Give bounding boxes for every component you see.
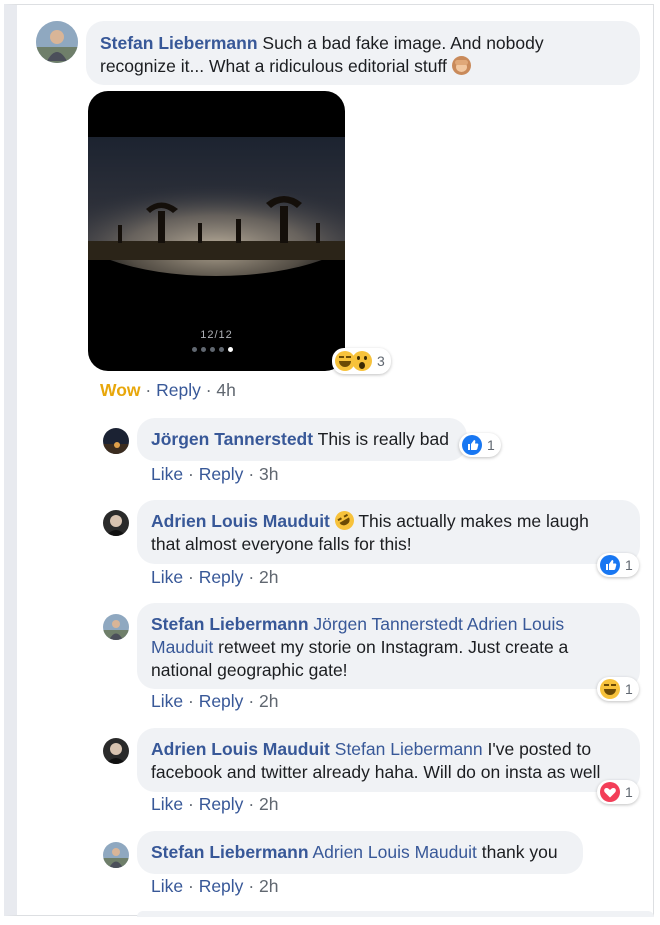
like-button[interactable]: Like bbox=[151, 794, 183, 814]
reply-actions: Like · Reply · 2h bbox=[151, 876, 278, 897]
like-reaction-icon bbox=[600, 555, 620, 575]
carousel-dot[interactable] bbox=[192, 347, 197, 352]
comment-text: recognize it... What a ridiculous editor… bbox=[100, 56, 447, 76]
reaction-count: 3 bbox=[377, 353, 385, 369]
reaction-count: 1 bbox=[487, 437, 495, 453]
reaction-summary[interactable]: 3 bbox=[332, 348, 391, 374]
reply-actions: Like · Reply · 2h bbox=[151, 567, 278, 588]
reply-bubble: Stefan Liebermann Jörgen Tannerstedt Adr… bbox=[137, 603, 640, 689]
timestamp[interactable]: 4h bbox=[216, 380, 235, 400]
separator: · bbox=[187, 876, 194, 896]
comment-author[interactable]: Stefan Liebermann bbox=[100, 33, 258, 53]
avatar-stefan[interactable] bbox=[103, 842, 129, 868]
reply-text: retweet my storie on Instagram. Just cre… bbox=[218, 637, 569, 657]
like-button[interactable]: Like bbox=[151, 691, 183, 711]
wow-emoji-icon bbox=[352, 351, 372, 371]
carousel-dot[interactable] bbox=[219, 347, 224, 352]
image-counter: 12/12 bbox=[200, 329, 233, 341]
mention-link[interactable]: Mauduit bbox=[151, 637, 213, 657]
haha-reaction-icon bbox=[600, 679, 620, 699]
reply-button[interactable]: Reply bbox=[156, 380, 201, 400]
next-reply-bubble-edge bbox=[137, 911, 654, 917]
separator: · bbox=[248, 567, 255, 587]
reply-bubble: Stefan Liebermann Adrien Louis Mauduit t… bbox=[137, 831, 583, 874]
comment-bubble: Stefan Liebermann Such a bad fake image.… bbox=[86, 21, 640, 85]
reply-text: This is really bad bbox=[317, 429, 449, 449]
like-reaction-icon bbox=[462, 435, 482, 455]
comment-text: Such a bad fake image. And nobody bbox=[262, 33, 544, 53]
reply-button[interactable]: Reply bbox=[199, 464, 244, 484]
separator: · bbox=[187, 691, 194, 711]
reply-author[interactable]: Stefan Liebermann bbox=[151, 842, 309, 862]
timestamp[interactable]: 2h bbox=[259, 876, 278, 896]
reaction-summary[interactable]: 1 bbox=[597, 677, 639, 701]
comment-image[interactable]: 12/12 bbox=[88, 91, 345, 371]
avatar-jorgen[interactable] bbox=[103, 428, 129, 454]
avatar-adrien[interactable] bbox=[103, 510, 129, 536]
avatar-stefan[interactable] bbox=[103, 614, 129, 640]
separator: · bbox=[187, 794, 194, 814]
reply-button[interactable]: Reply bbox=[199, 567, 244, 587]
separator: · bbox=[248, 794, 255, 814]
reply-bubble: Jörgen Tannerstedt This is really bad bbox=[137, 418, 467, 461]
like-button[interactable]: Like bbox=[151, 567, 183, 587]
reply-author[interactable]: Jörgen Tannerstedt bbox=[151, 429, 313, 449]
timestamp[interactable]: 2h bbox=[259, 567, 278, 587]
reply-actions: Like · Reply · 2h bbox=[151, 691, 278, 712]
reply-bubble: Adrien Louis Mauduit Stefan Liebermann I… bbox=[137, 728, 640, 792]
reply-text: thank you bbox=[481, 842, 558, 862]
timestamp[interactable]: 3h bbox=[259, 464, 278, 484]
separator: · bbox=[248, 876, 255, 896]
reaction-count: 1 bbox=[625, 557, 633, 573]
reply-author[interactable]: Adrien Louis Mauduit bbox=[151, 739, 330, 759]
reply-button[interactable]: Reply bbox=[199, 794, 244, 814]
mention-link[interactable]: Adrien Louis Mauduit bbox=[312, 842, 476, 862]
carousel-dot[interactable] bbox=[201, 347, 206, 352]
like-button[interactable]: Like bbox=[151, 876, 183, 896]
reply-text: facebook and twitter already haha. Will … bbox=[151, 762, 601, 782]
separator: · bbox=[145, 380, 152, 400]
mention-link[interactable]: Stefan Liebermann bbox=[335, 739, 483, 759]
reply-text: I've posted to bbox=[487, 739, 592, 759]
reply-bubble: Adrien Louis Mauduit This actually makes… bbox=[137, 500, 640, 564]
mention-link[interactable]: Jörgen Tannerstedt bbox=[313, 614, 463, 634]
separator: · bbox=[205, 380, 212, 400]
user-reaction-wow-label[interactable]: Wow bbox=[100, 380, 141, 400]
avatar-stefan[interactable] bbox=[36, 21, 78, 63]
carousel-dot[interactable] bbox=[210, 347, 215, 352]
timestamp[interactable]: 2h bbox=[259, 691, 278, 711]
comment-actions: Wow · Reply · 4h bbox=[100, 380, 236, 401]
carousel-dots[interactable] bbox=[192, 347, 233, 352]
reply-button[interactable]: Reply bbox=[199, 691, 244, 711]
reaction-count: 1 bbox=[625, 681, 633, 697]
avatar-adrien[interactable] bbox=[103, 738, 129, 764]
reply-actions: Like · Reply · 2h bbox=[151, 794, 278, 815]
separator: · bbox=[187, 464, 194, 484]
reaction-summary[interactable]: 1 bbox=[597, 553, 639, 577]
reply-text: This actually makes me laugh bbox=[358, 511, 589, 531]
rofl-emoji-icon bbox=[331, 507, 358, 534]
separator: · bbox=[248, 691, 255, 711]
monkey-emoji-icon bbox=[451, 56, 471, 75]
separator: · bbox=[248, 464, 255, 484]
reaction-summary[interactable]: 1 bbox=[459, 433, 501, 457]
reply-text: that almost everyone falls for this! bbox=[151, 534, 412, 554]
reply-author[interactable]: Adrien Louis Mauduit bbox=[151, 511, 330, 531]
like-button[interactable]: Like bbox=[151, 464, 183, 484]
love-reaction-icon bbox=[600, 782, 620, 802]
carousel-dot-active[interactable] bbox=[228, 347, 233, 352]
reply-actions: Like · Reply · 3h bbox=[151, 464, 278, 485]
timestamp[interactable]: 2h bbox=[259, 794, 278, 814]
separator: · bbox=[187, 567, 194, 587]
reply-author[interactable]: Stefan Liebermann bbox=[151, 614, 309, 634]
reaction-summary[interactable]: 1 bbox=[597, 780, 639, 804]
reply-text: national geographic gate! bbox=[151, 660, 348, 680]
mention-link[interactable]: Adrien Louis bbox=[467, 614, 564, 634]
reaction-count: 1 bbox=[625, 784, 633, 800]
reply-button[interactable]: Reply bbox=[199, 876, 244, 896]
